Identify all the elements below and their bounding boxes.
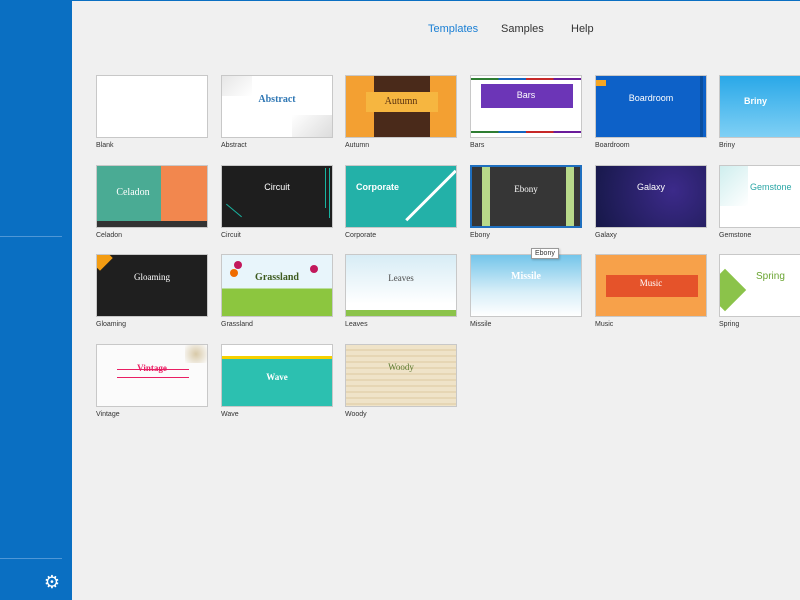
template-card-spring[interactable]: Spring Spring xyxy=(719,254,800,336)
template-label: Corporate xyxy=(345,232,377,239)
template-card-vintage[interactable]: Vintage Vintage xyxy=(96,344,208,426)
template-card-bars[interactable]: Bars Bars xyxy=(470,75,582,157)
template-title-text: Celadon xyxy=(116,187,150,198)
template-card-leaves[interactable]: Leaves Leaves xyxy=(345,254,457,336)
sidebar: ⚙ xyxy=(0,0,72,600)
template-tooltip: Ebony xyxy=(531,248,559,259)
template-label: Missile xyxy=(470,321,492,328)
template-label: Gloaming xyxy=(96,321,126,328)
template-thumbnail: Woody xyxy=(345,344,457,407)
template-thumbnail: Autumn xyxy=(345,75,457,138)
template-thumbnail: Leaves xyxy=(345,254,457,317)
template-title-text: Woody xyxy=(388,362,414,372)
sidebar-divider xyxy=(0,236,62,237)
template-label: Galaxy xyxy=(595,232,617,239)
template-card-abstract[interactable]: Abstract Abstract xyxy=(221,75,333,157)
window-top-border xyxy=(72,0,800,1)
template-card-music[interactable]: Music Music xyxy=(595,254,707,336)
template-label: Wave xyxy=(221,411,239,418)
template-title-text: Gloaming xyxy=(134,272,170,282)
template-title-text: Abstract xyxy=(258,94,296,105)
template-card-grassland[interactable]: Grassland Grassland xyxy=(221,254,333,336)
template-card-gemstone[interactable]: Gemstone Gemstone xyxy=(719,165,800,247)
template-card-gloaming[interactable]: Gloaming Gloaming xyxy=(96,254,208,336)
gear-icon[interactable]: ⚙ xyxy=(42,572,62,592)
template-label: Vintage xyxy=(96,411,120,418)
template-label: Boardroom xyxy=(595,142,630,149)
template-title-text: Missile xyxy=(511,271,541,282)
template-label: Autumn xyxy=(345,142,370,149)
template-thumbnail: Gemstone xyxy=(719,165,800,228)
template-thumbnail: Bars xyxy=(470,75,582,138)
template-label: Bars xyxy=(470,142,485,149)
template-thumbnail: Abstract xyxy=(221,75,333,138)
template-title-text: Bars xyxy=(516,90,536,100)
template-thumbnail: Spring xyxy=(719,254,800,317)
template-thumbnail: Vintage xyxy=(96,344,208,407)
template-title-text: Spring xyxy=(756,271,785,282)
template-thumbnail: Wave xyxy=(221,344,333,407)
template-label: Abstract xyxy=(221,142,247,149)
template-card-ebony[interactable]: Ebony Ebony xyxy=(470,165,582,247)
template-thumbnail: Briny xyxy=(719,75,800,138)
template-thumbnail: Missile xyxy=(470,254,582,317)
sidebar-divider xyxy=(0,558,62,559)
template-title-text: Autumn xyxy=(384,96,418,107)
tab-samples[interactable]: Samples xyxy=(501,23,544,35)
template-title-text: Wave xyxy=(266,372,288,382)
template-thumbnail: Celadon xyxy=(96,165,208,228)
template-label: Woody xyxy=(345,411,367,418)
template-label: Ebony xyxy=(470,232,490,239)
template-title-text: Gemstone xyxy=(750,182,792,192)
template-card-missile[interactable]: Missile Missile xyxy=(470,254,582,336)
template-label: Briny xyxy=(719,142,735,149)
template-thumbnail: Circuit xyxy=(221,165,333,228)
template-title-text: Ebony xyxy=(514,184,538,194)
template-card-woody[interactable]: Woody Woody xyxy=(345,344,457,426)
template-title-text: Briny xyxy=(744,96,768,106)
template-title-text: Boardroom xyxy=(628,93,674,103)
template-thumbnail: Music xyxy=(595,254,707,317)
top-nav: Templates Samples Help xyxy=(0,23,800,39)
template-title-text: Circuit xyxy=(264,182,290,192)
template-card-wave[interactable]: Wave Wave xyxy=(221,344,333,426)
template-card-autumn[interactable]: Autumn Autumn xyxy=(345,75,457,157)
template-thumbnail: Grassland xyxy=(221,254,333,317)
template-label: Music xyxy=(595,321,614,328)
template-card-corporate[interactable]: Corporate Corporate xyxy=(345,165,457,247)
template-label: Spring xyxy=(719,321,740,328)
template-title-text: Galaxy xyxy=(636,182,665,192)
template-thumbnail: Galaxy xyxy=(595,165,707,228)
template-label: Grassland xyxy=(221,321,253,328)
template-label: Gemstone xyxy=(719,232,752,239)
template-title-text: Grassland xyxy=(255,272,299,283)
template-card-circuit[interactable]: Circuit Circuit xyxy=(221,165,333,247)
template-thumbnail: Ebony xyxy=(470,165,582,228)
template-title-text: Music xyxy=(639,278,663,288)
template-card-blank[interactable]: Blank xyxy=(96,75,208,157)
template-card-galaxy[interactable]: Galaxy Galaxy xyxy=(595,165,707,247)
template-title-text: Leaves xyxy=(388,273,414,283)
template-thumbnail xyxy=(96,75,208,138)
template-title-text: Vintage xyxy=(137,363,167,373)
template-card-boardroom[interactable]: Boardroom Boardroom xyxy=(595,75,707,157)
template-thumbnail: Gloaming xyxy=(96,254,208,317)
template-label: Leaves xyxy=(345,321,368,328)
tab-templates[interactable]: Templates xyxy=(428,23,478,35)
tab-help[interactable]: Help xyxy=(571,23,594,35)
template-label: Circuit xyxy=(221,232,241,239)
template-thumbnail: Corporate xyxy=(345,165,457,228)
template-title-text: Corporate xyxy=(356,182,400,192)
template-label: Blank xyxy=(96,142,114,149)
template-card-briny[interactable]: Briny Briny xyxy=(719,75,800,157)
template-card-celadon[interactable]: Celadon Celadon xyxy=(96,165,208,247)
template-thumbnail: Boardroom xyxy=(595,75,707,138)
template-label: Celadon xyxy=(96,232,123,239)
